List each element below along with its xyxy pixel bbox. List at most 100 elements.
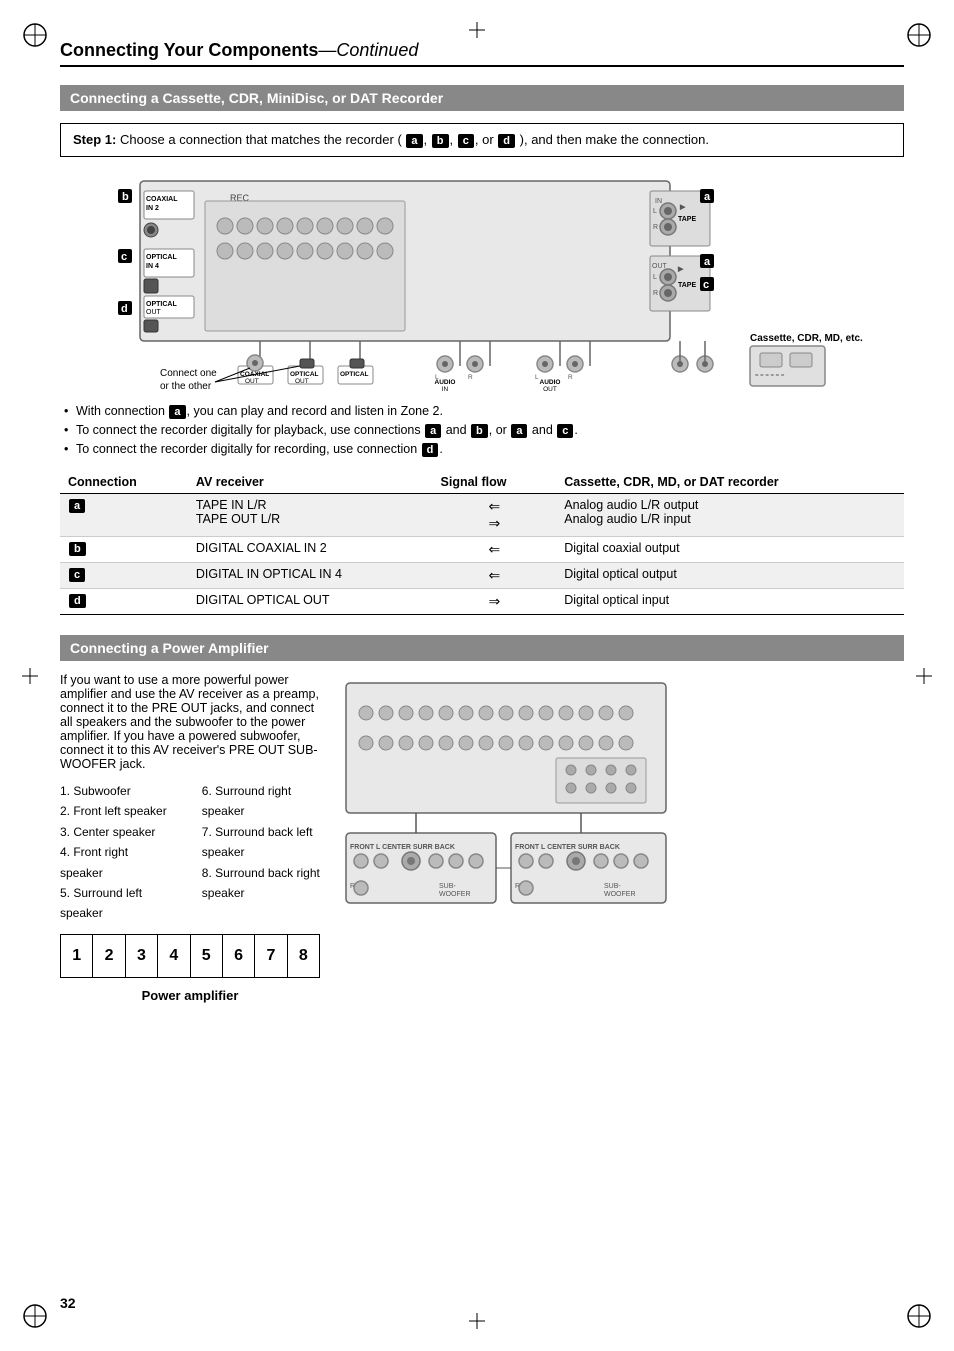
- svg-text:TAPE: TAPE: [678, 282, 696, 289]
- badge-a-bullet2: a: [425, 424, 441, 438]
- av-a: TAPE IN L/RTAPE OUT L/R: [188, 494, 433, 537]
- speaker-7: 7. Surround back leftspeaker: [202, 822, 320, 863]
- svg-text:OPTICAL: OPTICAL: [290, 371, 319, 378]
- amp-boxes: 1 2 3 4 5 6 7 8: [60, 934, 320, 978]
- table-row-a: a TAPE IN L/RTAPE OUT L/R ⇐⇒ Analog audi…: [60, 494, 904, 537]
- col-signal-flow: Signal flow: [433, 471, 557, 494]
- speaker-5: 5. Surround left speaker: [60, 883, 172, 924]
- conn-d: d: [60, 589, 188, 615]
- bullet-1: With connection a, you can play and reco…: [60, 404, 904, 419]
- svg-text:L: L: [535, 374, 539, 381]
- power-full: If you want to use a more powerful power…: [60, 673, 904, 1003]
- badge-a: a: [406, 134, 422, 148]
- badge-b: b: [432, 134, 449, 148]
- svg-text:d: d: [121, 303, 128, 315]
- svg-text:or the other: or the other: [160, 381, 212, 392]
- svg-text:R: R: [468, 374, 473, 381]
- svg-text:IN: IN: [655, 198, 662, 205]
- col-recorder: Cassette, CDR, MD, or DAT recorder: [556, 471, 904, 494]
- flow-d: ⇒: [433, 589, 557, 615]
- power-diagram: FRONT L CENTER SURR BACK R SUB- WOOFER: [336, 673, 904, 1003]
- speaker-1: 1. Subwoofer: [60, 781, 172, 801]
- bullet-2: To connect the recorder digitally for pl…: [60, 423, 904, 438]
- flow-b: ⇐: [433, 537, 557, 563]
- mid-mark-bottom: [467, 1311, 487, 1331]
- amp-box-2: 2: [93, 935, 125, 977]
- section2: Connecting a Power Amplifier If you want…: [60, 635, 904, 1003]
- page-number: 32: [60, 1295, 76, 1311]
- svg-text:L: L: [653, 208, 657, 215]
- svg-text:Connect one: Connect one: [160, 368, 217, 379]
- mid-mark-right: [914, 666, 934, 686]
- table-row-d: d DIGITAL OPTICAL OUT ⇒ Digital optical …: [60, 589, 904, 615]
- speaker-list: 1. Subwoofer 2. Front left speaker 3. Ce…: [60, 781, 320, 924]
- av-b: DIGITAL COAXIAL IN 2: [188, 537, 433, 563]
- svg-text:▶: ▶: [679, 204, 686, 211]
- svg-text:R: R: [568, 374, 573, 381]
- page-title: Connecting Your Components—Continued: [60, 40, 904, 67]
- svg-text:Cassette, CDR, MD, etc.: Cassette, CDR, MD, etc.: [750, 333, 863, 344]
- svg-text:c: c: [703, 279, 709, 291]
- speaker-col-2: 6. Surround right speaker 7. Surround ba…: [202, 781, 320, 924]
- mid-mark-top: [467, 20, 487, 40]
- rec-d: Digital optical input: [556, 589, 904, 615]
- svg-text:a: a: [704, 191, 711, 203]
- svg-text:WOOFER: WOOFER: [439, 891, 471, 898]
- svg-text:TAPE: TAPE: [678, 216, 696, 223]
- svg-text:OUT: OUT: [295, 378, 309, 385]
- amp-box-5: 5: [191, 935, 223, 977]
- svg-text:COAXIAL: COAXIAL: [146, 196, 178, 203]
- svg-text:IN 4: IN 4: [146, 263, 159, 270]
- svg-text:FRONT L CENTER SURR BACK: FRONT L CENTER SURR BACK: [350, 844, 455, 851]
- amp-box-7: 7: [255, 935, 287, 977]
- svg-text:L: L: [653, 274, 657, 281]
- speaker-3: 3. Center speaker: [60, 822, 172, 842]
- svg-text:a: a: [704, 256, 711, 268]
- amp-box-1: 1: [61, 935, 93, 977]
- section2-header: Connecting a Power Amplifier: [60, 635, 904, 661]
- svg-text:OPTICAL: OPTICAL: [146, 254, 177, 261]
- svg-text:AUDIO: AUDIO: [540, 379, 561, 386]
- diagram-wrapper: REC COAXIAL IN 2 b OPTICAL IN 4 c OPTICA…: [60, 171, 904, 404]
- flow-a: ⇐⇒: [433, 494, 557, 537]
- conn-c: c: [60, 563, 188, 589]
- rec-a: Analog audio L/R outputAnalog audio L/R …: [556, 494, 904, 537]
- svg-text:OUT: OUT: [245, 378, 259, 385]
- amp-box-6: 6: [223, 935, 255, 977]
- rec-b: Digital coaxial output: [556, 537, 904, 563]
- badge-a-bullet3: a: [511, 424, 527, 438]
- speaker-4: 4. Front right speaker: [60, 842, 172, 883]
- svg-text:OPTICAL: OPTICAL: [340, 371, 369, 378]
- section1-header: Connecting a Cassette, CDR, MiniDisc, or…: [60, 85, 904, 111]
- amp-box-3: 3: [126, 935, 158, 977]
- step1-box: Step 1: Choose a connection that matches…: [60, 123, 904, 157]
- title-continued: —Continued: [318, 40, 418, 60]
- table-row-b: b DIGITAL COAXIAL IN 2 ⇐ Digital coaxial…: [60, 537, 904, 563]
- svg-text:▶: ▶: [677, 266, 684, 273]
- bullets-list: With connection a, you can play and reco…: [60, 404, 904, 457]
- col-connection: Connection: [60, 471, 188, 494]
- power-left: If you want to use a more powerful power…: [60, 673, 320, 1003]
- speaker-col-1: 1. Subwoofer 2. Front left speaker 3. Ce…: [60, 781, 172, 924]
- power-amp-svg: FRONT L CENTER SURR BACK R SUB- WOOFER: [336, 673, 676, 983]
- svg-text:OPTICAL: OPTICAL: [146, 301, 177, 308]
- svg-text:IN 2: IN 2: [146, 205, 159, 212]
- mid-mark-left: [20, 666, 40, 686]
- svg-text:R: R: [653, 290, 658, 297]
- speaker-8: 8. Surround back rightspeaker: [202, 863, 320, 904]
- svg-text:b: b: [122, 191, 129, 203]
- svg-text:L: L: [435, 374, 439, 381]
- svg-text:SUB-: SUB-: [604, 883, 621, 890]
- rec-c: Digital optical output: [556, 563, 904, 589]
- title-text: Connecting Your Components: [60, 40, 318, 60]
- amp-box-8: 8: [288, 935, 319, 977]
- badge-c-bullet2: c: [557, 424, 573, 438]
- connection-table: Connection AV receiver Signal flow Casse…: [60, 471, 904, 615]
- svg-text:= = = = = =: = = = = = =: [755, 373, 785, 379]
- svg-text:c: c: [121, 251, 127, 263]
- badge-c: c: [458, 134, 474, 148]
- badge-d-bullet: d: [422, 443, 439, 457]
- amp-box-4: 4: [158, 935, 190, 977]
- badge-d: d: [498, 134, 515, 148]
- svg-text:FRONT L CENTER SURR BACK: FRONT L CENTER SURR BACK: [515, 844, 620, 851]
